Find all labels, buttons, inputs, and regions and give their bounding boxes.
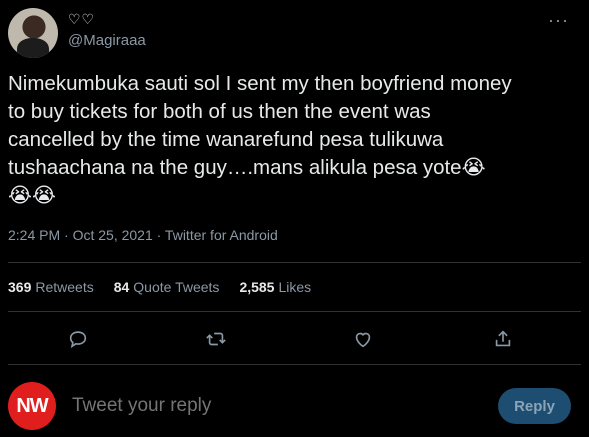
tweet-line: 😭😭 — [8, 184, 56, 207]
tweet-text: Nimekumbuka sauti sol I sent my then boy… — [8, 70, 578, 210]
tweet-stats: 369 Retweets 84 Quote Tweets 2,585 Likes — [8, 279, 311, 295]
retweet-icon[interactable] — [201, 324, 231, 354]
tweet-line: Nimekumbuka sauti sol I sent my then boy… — [8, 72, 512, 95]
like-icon[interactable] — [348, 324, 378, 354]
tweet-header: ♡♡ @Magiraaa ··· — [8, 8, 589, 58]
tweet-line: tushaachana na the guy….mans alikula pes… — [8, 156, 486, 179]
reply-icon[interactable] — [63, 324, 93, 354]
retweets-count: 369 — [8, 279, 32, 295]
tweet-line: cancelled by the time wanarefund pesa tu… — [8, 128, 444, 151]
more-icon[interactable]: ··· — [548, 10, 569, 31]
divider — [8, 262, 581, 263]
tweet-line: to buy tickets for both of us then the e… — [8, 100, 431, 123]
author-handle[interactable]: @Magiraaa — [68, 32, 146, 49]
avatar-figure — [17, 38, 49, 58]
divider — [8, 364, 581, 365]
quotes-label: Quote Tweets — [133, 279, 220, 295]
likes-stat[interactable]: 2,585 Likes — [239, 279, 311, 295]
user-avatar[interactable]: NW — [8, 382, 56, 430]
author-display-name[interactable]: ♡♡ — [68, 11, 95, 28]
likes-label: Likes — [278, 279, 312, 295]
tweet-actions — [0, 324, 589, 354]
quote-tweets-stat[interactable]: 84 Quote Tweets — [114, 279, 220, 295]
divider — [8, 311, 581, 312]
author-avatar[interactable] — [8, 8, 58, 58]
reply-input[interactable] — [70, 394, 454, 418]
quotes-count: 84 — [113, 279, 130, 295]
share-icon[interactable] — [488, 324, 518, 354]
retweets-label: Retweets — [35, 279, 94, 295]
reply-composer: NW Reply — [0, 372, 589, 432]
likes-count: 2,585 — [239, 279, 275, 295]
retweets-stat[interactable]: 369 Retweets — [8, 279, 94, 295]
tweet-meta[interactable]: 2:24 PM · Oct 25, 2021 · Twitter for And… — [8, 227, 278, 243]
reply-button[interactable]: Reply — [498, 388, 571, 424]
